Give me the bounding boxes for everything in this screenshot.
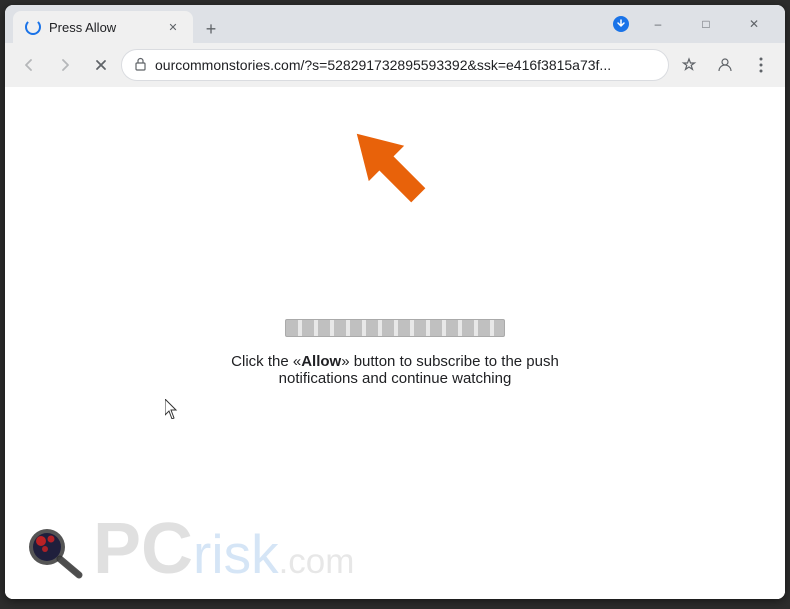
forward-icon xyxy=(57,57,73,73)
browser-menu-button[interactable] xyxy=(745,49,777,81)
reload-button[interactable] xyxy=(85,49,117,81)
mouse-cursor xyxy=(165,399,181,424)
tab-loading-icon xyxy=(25,19,41,35)
browser-window: Press Allow ✕ + – □ ✕ xyxy=(5,5,785,599)
maximize-button[interactable]: □ xyxy=(683,9,729,39)
back-button[interactable] xyxy=(13,49,45,81)
subscription-text-before: Click the « xyxy=(231,353,301,370)
active-tab[interactable]: Press Allow ✕ xyxy=(13,11,193,43)
navigation-bar: ourcommonstories.com/?s=5282917328955933… xyxy=(5,43,785,87)
allow-keyword: Allow xyxy=(301,353,341,370)
orange-arrow xyxy=(335,112,445,227)
page-content: Click the «Allow» button to subscribe to… xyxy=(5,87,785,599)
address-bar[interactable]: ourcommonstories.com/?s=5282917328955933… xyxy=(121,49,669,81)
tab-close-button[interactable]: ✕ xyxy=(165,19,181,35)
magnifier-icon xyxy=(25,519,85,579)
profile-button[interactable] xyxy=(709,49,741,81)
lock-icon xyxy=(134,57,147,74)
new-tab-button[interactable]: + xyxy=(197,15,225,43)
tab-area: Press Allow ✕ + xyxy=(13,5,607,43)
pcrisk-logo: PC risk .com xyxy=(5,499,785,599)
window-controls: – □ ✕ xyxy=(635,9,777,39)
url-display: ourcommonstories.com/?s=5282917328955933… xyxy=(155,57,656,73)
logo-pc-text: PC xyxy=(93,513,193,585)
download-icon xyxy=(612,15,630,33)
bookmark-button[interactable] xyxy=(673,49,705,81)
star-icon xyxy=(681,57,697,73)
logo-com-text: .com xyxy=(279,542,355,582)
vertical-dots-icon xyxy=(759,57,763,73)
title-bar: Press Allow ✕ + – □ ✕ xyxy=(5,5,785,43)
download-indicator[interactable] xyxy=(607,10,635,38)
stop-loading-icon xyxy=(93,57,109,73)
forward-button[interactable] xyxy=(49,49,81,81)
logo-risk-text: risk xyxy=(193,527,279,582)
subscription-message: Click the «Allow» button to subscribe to… xyxy=(200,353,590,387)
tab-title: Press Allow xyxy=(49,20,157,35)
progress-bar xyxy=(285,319,505,337)
security-lock-icon xyxy=(134,57,147,71)
progress-area: Click the «Allow» button to subscribe to… xyxy=(200,319,590,387)
back-icon xyxy=(21,57,37,73)
minimize-button[interactable]: – xyxy=(635,9,681,39)
user-icon xyxy=(717,57,733,73)
close-button[interactable]: ✕ xyxy=(731,9,777,39)
